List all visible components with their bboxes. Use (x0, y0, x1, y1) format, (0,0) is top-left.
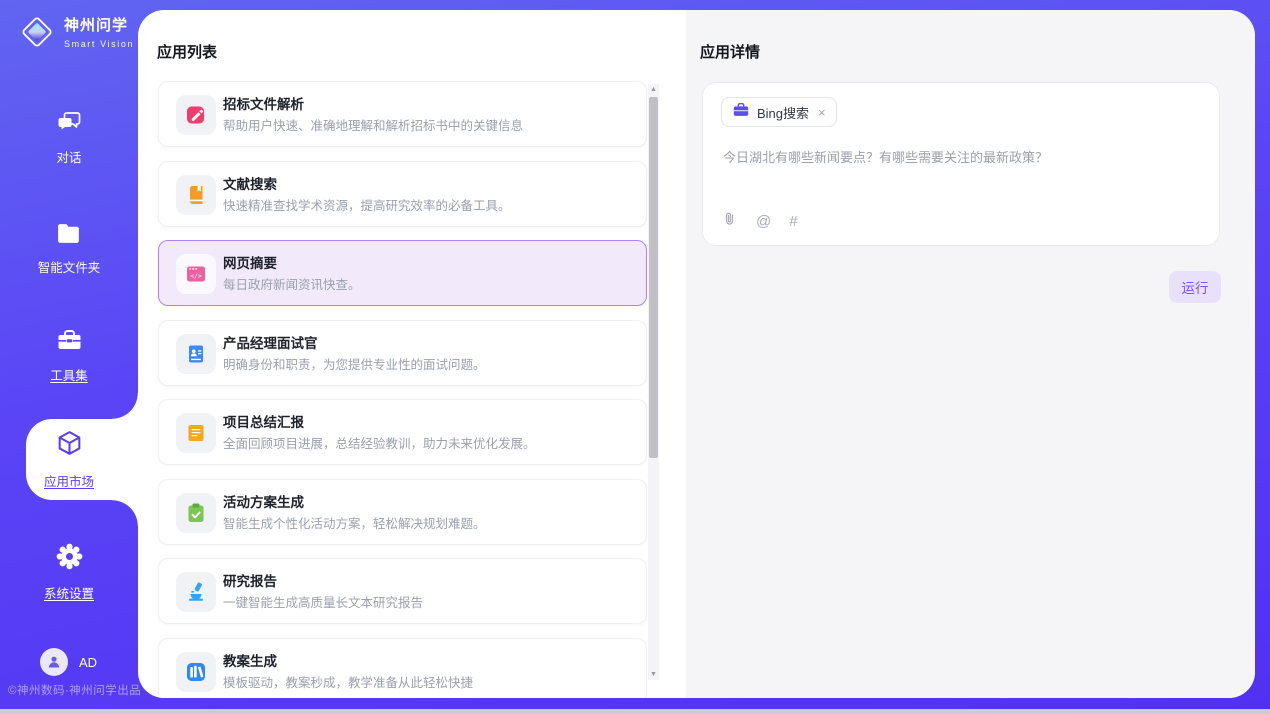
app-desc: 模板驱动，教案秒成，教学准备从此轻松快捷 (223, 672, 473, 691)
brand-name: 神州问学 (64, 17, 134, 34)
note-icon (176, 413, 216, 453)
app-card-pm-interviewer[interactable]: 产品经理面试官 明确身份和职责，为您提供专业性的面试问题。 (158, 320, 647, 386)
brand-gem-icon (18, 13, 56, 56)
brand-logo: 神州问学 Smart Vision (18, 13, 134, 56)
avatar (40, 648, 68, 676)
tool-chip-bing-search[interactable]: Bing搜索 × (721, 97, 837, 127)
app-name: 网页摘要 (223, 252, 277, 272)
app-desc: 一键智能生成高质量长文本研究报告 (223, 592, 423, 611)
app-card-literature-search[interactable]: 文献搜索 快速精准查找学术资源，提高研究效率的必备工具。 (158, 161, 647, 227)
list-scrollbar: ▲ ▼ (648, 84, 659, 680)
doc-edit-icon (176, 95, 216, 135)
brand-subtitle: Smart Vision (64, 39, 134, 49)
app-desc: 明确身份和职责，为您提供专业性的面试问题。 (223, 354, 486, 373)
book-icon (176, 175, 216, 215)
close-icon[interactable]: × (818, 105, 826, 120)
copyright-footer: ©神州数码·神州问学出品 (8, 682, 141, 698)
sidebar-item-smart-folder[interactable]: 智能文件夹 (0, 222, 138, 276)
briefcase-icon (732, 101, 750, 124)
sidebar-item-chat[interactable]: 对话 (0, 110, 138, 166)
app-list-title: 应用列表 (157, 41, 217, 62)
chat-icon (56, 122, 83, 139)
sidebar-item-app-market[interactable]: 应用市场 (0, 428, 138, 490)
content-area: 应用列表 招标文件解析 帮助用户快速、准确地理解和解析招标书中的关键信息 文献搜… (138, 10, 1255, 698)
active-tab-fillet-top (112, 393, 138, 419)
hash-icon[interactable]: # (789, 214, 797, 229)
prompt-input[interactable]: 今日湖北有哪些新闻要点？有哪些需要关注的最新政策？ (721, 145, 1199, 211)
toolbox-icon (55, 340, 84, 357)
tool-chip-label: Bing搜索 (757, 103, 809, 122)
sidebar-item-label: 智能文件夹 (0, 257, 138, 276)
app-desc: 智能生成个性化活动方案，轻松解决规划难题。 (223, 513, 486, 532)
folder-icon (56, 232, 83, 249)
microscope-icon (176, 572, 216, 612)
svg-text:</>: </> (190, 272, 202, 280)
app-name: 文献搜索 (223, 173, 277, 193)
user-account[interactable]: AD (40, 648, 97, 676)
app-name: 招标文件解析 (223, 93, 304, 113)
app-card-activity-plan[interactable]: 活动方案生成 智能生成个性化活动方案，轻松解决规划难题。 (158, 479, 647, 545)
sidebar-item-label: 系统设置 (0, 583, 138, 602)
app-name: 项目总结汇报 (223, 411, 304, 431)
app-desc: 每日政府新闻资讯快查。 (223, 274, 361, 293)
app-card-research-report[interactable]: 研究报告 一键智能生成高质量长文本研究报告 (158, 558, 647, 624)
sidebar-item-label: 工具集 (0, 365, 138, 384)
app-detail-title: 应用详情 (700, 41, 760, 62)
sidebar-item-toolset[interactable]: 工具集 (0, 328, 138, 384)
web-code-icon: </> (176, 254, 216, 294)
app-name: 教案生成 (223, 650, 277, 670)
sidebar-item-label: 应用市场 (0, 471, 138, 490)
user-initials: AD (79, 655, 97, 670)
app-name: 活动方案生成 (223, 491, 304, 511)
app-card-bid-analysis[interactable]: 招标文件解析 帮助用户快速、准确地理解和解析招标书中的关键信息 (158, 81, 647, 147)
gear-icon (55, 558, 84, 575)
scrollbar-thumb[interactable] (649, 97, 658, 458)
app-card-project-summary[interactable]: 项目总结汇报 全面回顾项目进展，总结经验教训，助力未来优化发展。 (158, 399, 647, 465)
app-name: 产品经理面试官 (223, 332, 318, 352)
prompt-composer: Bing搜索 × 今日湖北有哪些新闻要点？有哪些需要关注的最新政策？ @ # (702, 82, 1220, 246)
paperclip-icon[interactable] (721, 210, 738, 233)
app-card-lesson-plan[interactable]: 教案生成 模板驱动，教案秒成，教学准备从此轻松快捷 (158, 638, 647, 698)
app-desc: 帮助用户快速、准确地理解和解析招标书中的关键信息 (223, 115, 523, 134)
scrollbar-down-arrow-icon[interactable]: ▼ (648, 671, 659, 678)
scrollbar-up-arrow-icon[interactable]: ▲ (648, 86, 659, 93)
app-name: 研究报告 (223, 570, 277, 590)
sidebar-item-label: 对话 (0, 147, 138, 166)
bottom-edge-strip (0, 709, 1270, 714)
cube-icon (54, 446, 85, 463)
app-desc: 全面回顾项目进展，总结经验教训，助力未来优化发展。 (223, 433, 536, 452)
resume-icon (176, 334, 216, 374)
at-icon[interactable]: @ (756, 214, 771, 229)
app-detail-panel: 应用详情 Bing搜索 × 今日湖北有哪些新闻要点？有哪些需要关注的最新政策？ (686, 10, 1255, 698)
sidebar-item-settings[interactable]: 系统设置 (0, 542, 138, 602)
books-icon (176, 652, 216, 692)
app-card-web-summary[interactable]: </> 网页摘要 每日政府新闻资讯快查。 (158, 240, 647, 306)
clipboard-check-icon (176, 493, 216, 533)
active-tab-fillet-bottom (112, 500, 138, 526)
run-button[interactable]: 运行 (1169, 271, 1221, 303)
composer-toolbar: @ # (721, 210, 798, 233)
app-desc: 快速精准查找学术资源，提高研究效率的必备工具。 (223, 195, 511, 214)
